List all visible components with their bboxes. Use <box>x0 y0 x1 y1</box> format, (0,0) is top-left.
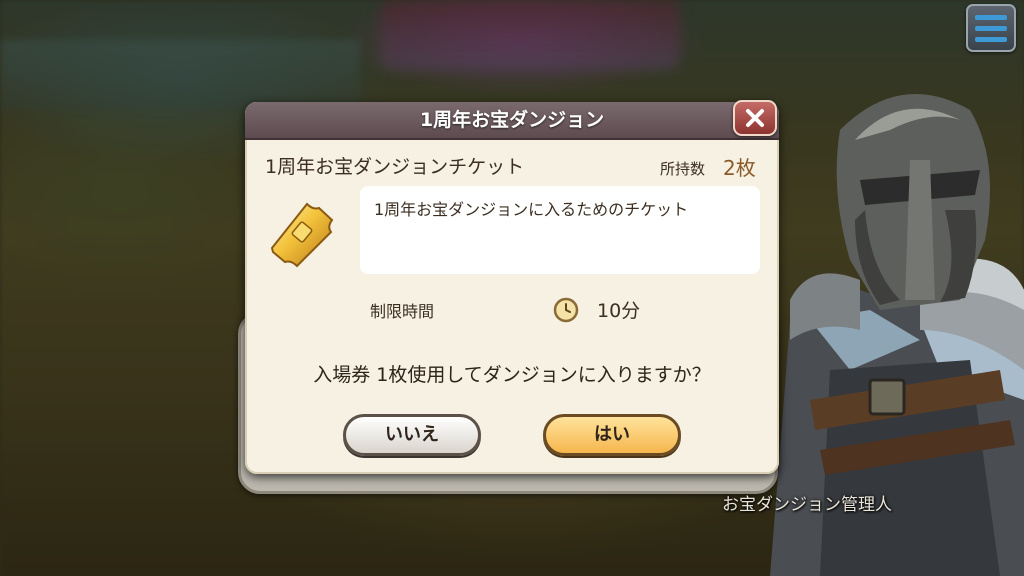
menu-line <box>975 14 1007 20</box>
time-limit-value: 10分 <box>597 300 641 322</box>
close-x-icon <box>746 109 764 127</box>
item-name: 1周年お宝ダンジョンチケット <box>265 156 525 178</box>
close-button[interactable] <box>733 100 777 136</box>
gold-ticket-icon <box>270 202 334 268</box>
menu-button[interactable] <box>966 4 1016 52</box>
clock-icon <box>553 297 579 323</box>
menu-line <box>975 36 1007 42</box>
item-description: 1周年お宝ダンジョンに入るためのチケット <box>374 200 689 219</box>
owned-count-value: 2枚 <box>723 156 756 180</box>
dialog-title: 1周年お宝ダンジョン <box>419 109 605 131</box>
menu-line <box>975 25 1007 31</box>
yes-button[interactable]: はい <box>543 414 681 456</box>
npc-name: お宝ダンジョン管理人 <box>722 495 892 515</box>
item-description-box: 1周年お宝ダンジョンに入るためのチケット <box>360 186 760 274</box>
time-limit-label: 制限時間 <box>370 302 435 321</box>
owned-count-label: 所持数 <box>660 160 706 178</box>
no-button[interactable]: いいえ <box>343 414 481 456</box>
confirm-question: 入場券 1枚使用してダンジョンに入りますか？ <box>313 364 711 386</box>
dungeon-entry-dialog: 1周年お宝ダンジョン 1周年お宝ダンジョンチケット 所持数 2枚 1周年お宝ダン… <box>245 102 779 474</box>
